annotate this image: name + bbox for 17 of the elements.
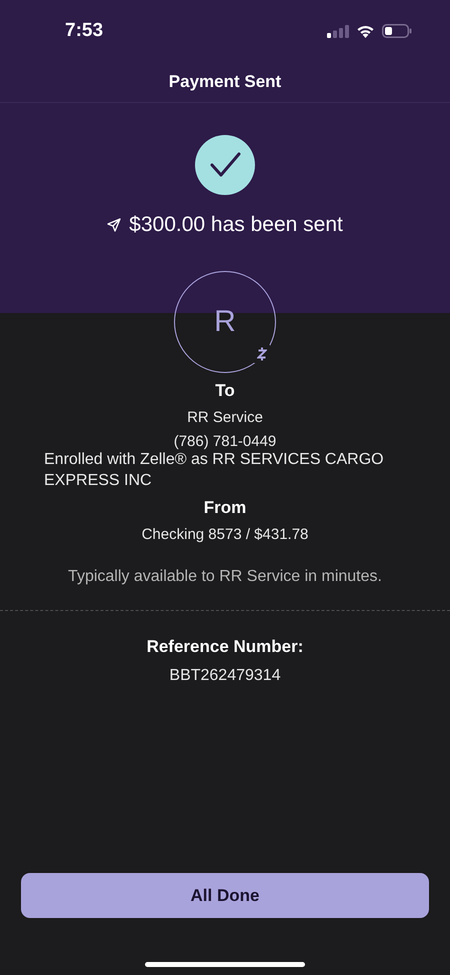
status-time: 7:53	[65, 20, 104, 42]
battery-icon	[382, 24, 412, 38]
reference-number: BBT262479314	[169, 667, 281, 685]
reference-label: Reference Number:	[146, 637, 304, 657]
enrollment-text: Enrolled with Zelle® as RR SERVICES CARGO EXPRESS INC	[43, 450, 385, 491]
screen-title: Payment Sent	[0, 62, 450, 103]
signal-icon	[327, 24, 349, 38]
from-label: From	[204, 498, 246, 518]
wifi-icon	[356, 24, 375, 38]
account-text: Checking 8573 / $431.78	[142, 526, 308, 543]
paper-plane-icon	[107, 218, 122, 232]
all-done-button[interactable]: All Done	[21, 873, 429, 918]
confirmation-message: $300.00 has been sent	[129, 213, 343, 237]
recipient-phone: (786) 781-0449	[174, 434, 276, 449]
to-label: To	[215, 381, 235, 401]
availability-note: Typically available to RR Service in minutes.	[68, 568, 382, 586]
recipient-name: RR Service	[187, 409, 263, 426]
